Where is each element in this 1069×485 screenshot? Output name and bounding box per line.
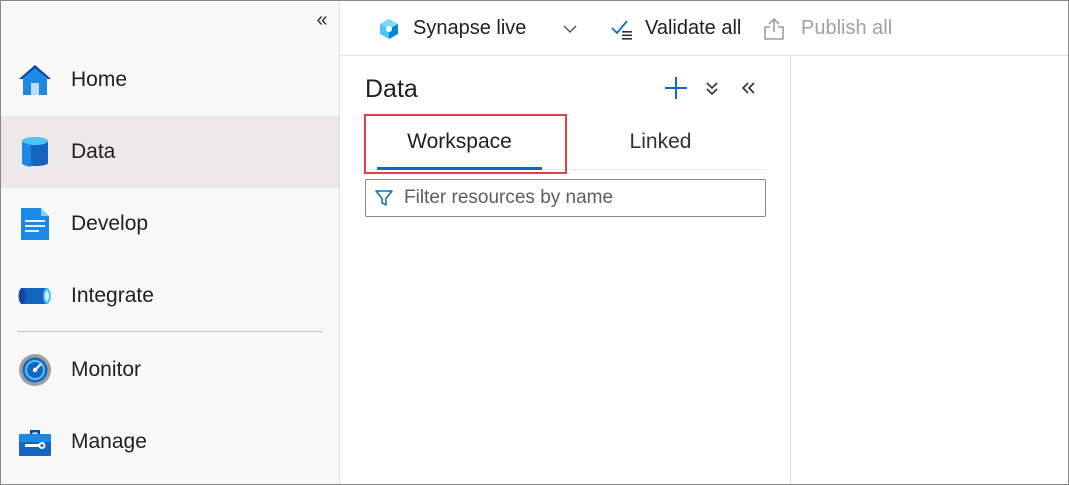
nav-item-manage[interactable]: Manage <box>1 406 339 478</box>
validate-all-button[interactable]: Validate all <box>610 1 741 56</box>
tab-linked[interactable]: Linked <box>566 114 755 170</box>
nav-label-home: Home <box>71 68 128 91</box>
publish-icon <box>764 17 784 40</box>
workspace-selector[interactable]: Synapse live <box>378 1 578 56</box>
nav-item-monitor[interactable]: Monitor <box>1 334 339 406</box>
expand-all-icon[interactable] <box>698 74 726 102</box>
nav-label-monitor: Monitor <box>71 358 142 381</box>
nav-label-data: Data <box>71 140 116 163</box>
validate-icon <box>611 19 632 40</box>
nav-item-develop[interactable]: Develop <box>1 188 339 260</box>
collapse-nav-icon[interactable]: « <box>311 10 333 32</box>
home-icon <box>19 65 51 95</box>
workspace-label: Synapse live <box>413 17 527 39</box>
tab-bar: Workspace Linked <box>365 114 767 170</box>
synapse-studio-window: « Home Data Develop Integrate Monitor Ma… <box>0 0 1069 485</box>
tab-selected-indicator <box>377 167 542 170</box>
publish-all-button[interactable]: Publish all <box>763 1 892 56</box>
tab-linked-label: Linked <box>629 130 692 153</box>
panel-title: Data <box>365 75 418 103</box>
nav-label-develop: Develop <box>71 212 149 235</box>
database-icon <box>22 137 48 167</box>
nav-divider <box>17 331 323 332</box>
collapse-panel-icon[interactable] <box>734 74 762 102</box>
publish-all-label: Publish all <box>801 17 893 39</box>
chevron-down-icon[interactable] <box>562 21 578 37</box>
tab-workspace-label: Workspace <box>407 130 512 153</box>
nav-label-manage: Manage <box>71 430 147 453</box>
validate-all-label: Validate all <box>645 17 742 39</box>
top-toolbar: Synapse live Validate all Publish all <box>340 1 1068 56</box>
editor-area <box>792 56 1068 484</box>
document-icon <box>21 208 49 240</box>
gauge-icon <box>19 354 51 386</box>
filter-input[interactable] <box>404 187 754 209</box>
nav-item-integrate[interactable]: Integrate <box>1 260 339 332</box>
data-panel: Data Workspace Linked <box>340 56 791 484</box>
nav-item-data[interactable]: Data <box>1 116 339 188</box>
filter-icon <box>375 190 393 206</box>
tab-workspace[interactable]: Workspace <box>365 114 554 170</box>
pipeline-icon <box>18 288 51 304</box>
nav-item-home[interactable]: Home <box>1 44 339 116</box>
toolbox-icon <box>19 430 51 456</box>
nav-label-integrate: Integrate <box>71 284 154 307</box>
left-navigation: « Home Data Develop Integrate Monitor Ma… <box>1 1 340 484</box>
filter-box <box>365 179 766 217</box>
add-icon[interactable] <box>662 74 690 102</box>
synapse-icon <box>380 18 398 39</box>
